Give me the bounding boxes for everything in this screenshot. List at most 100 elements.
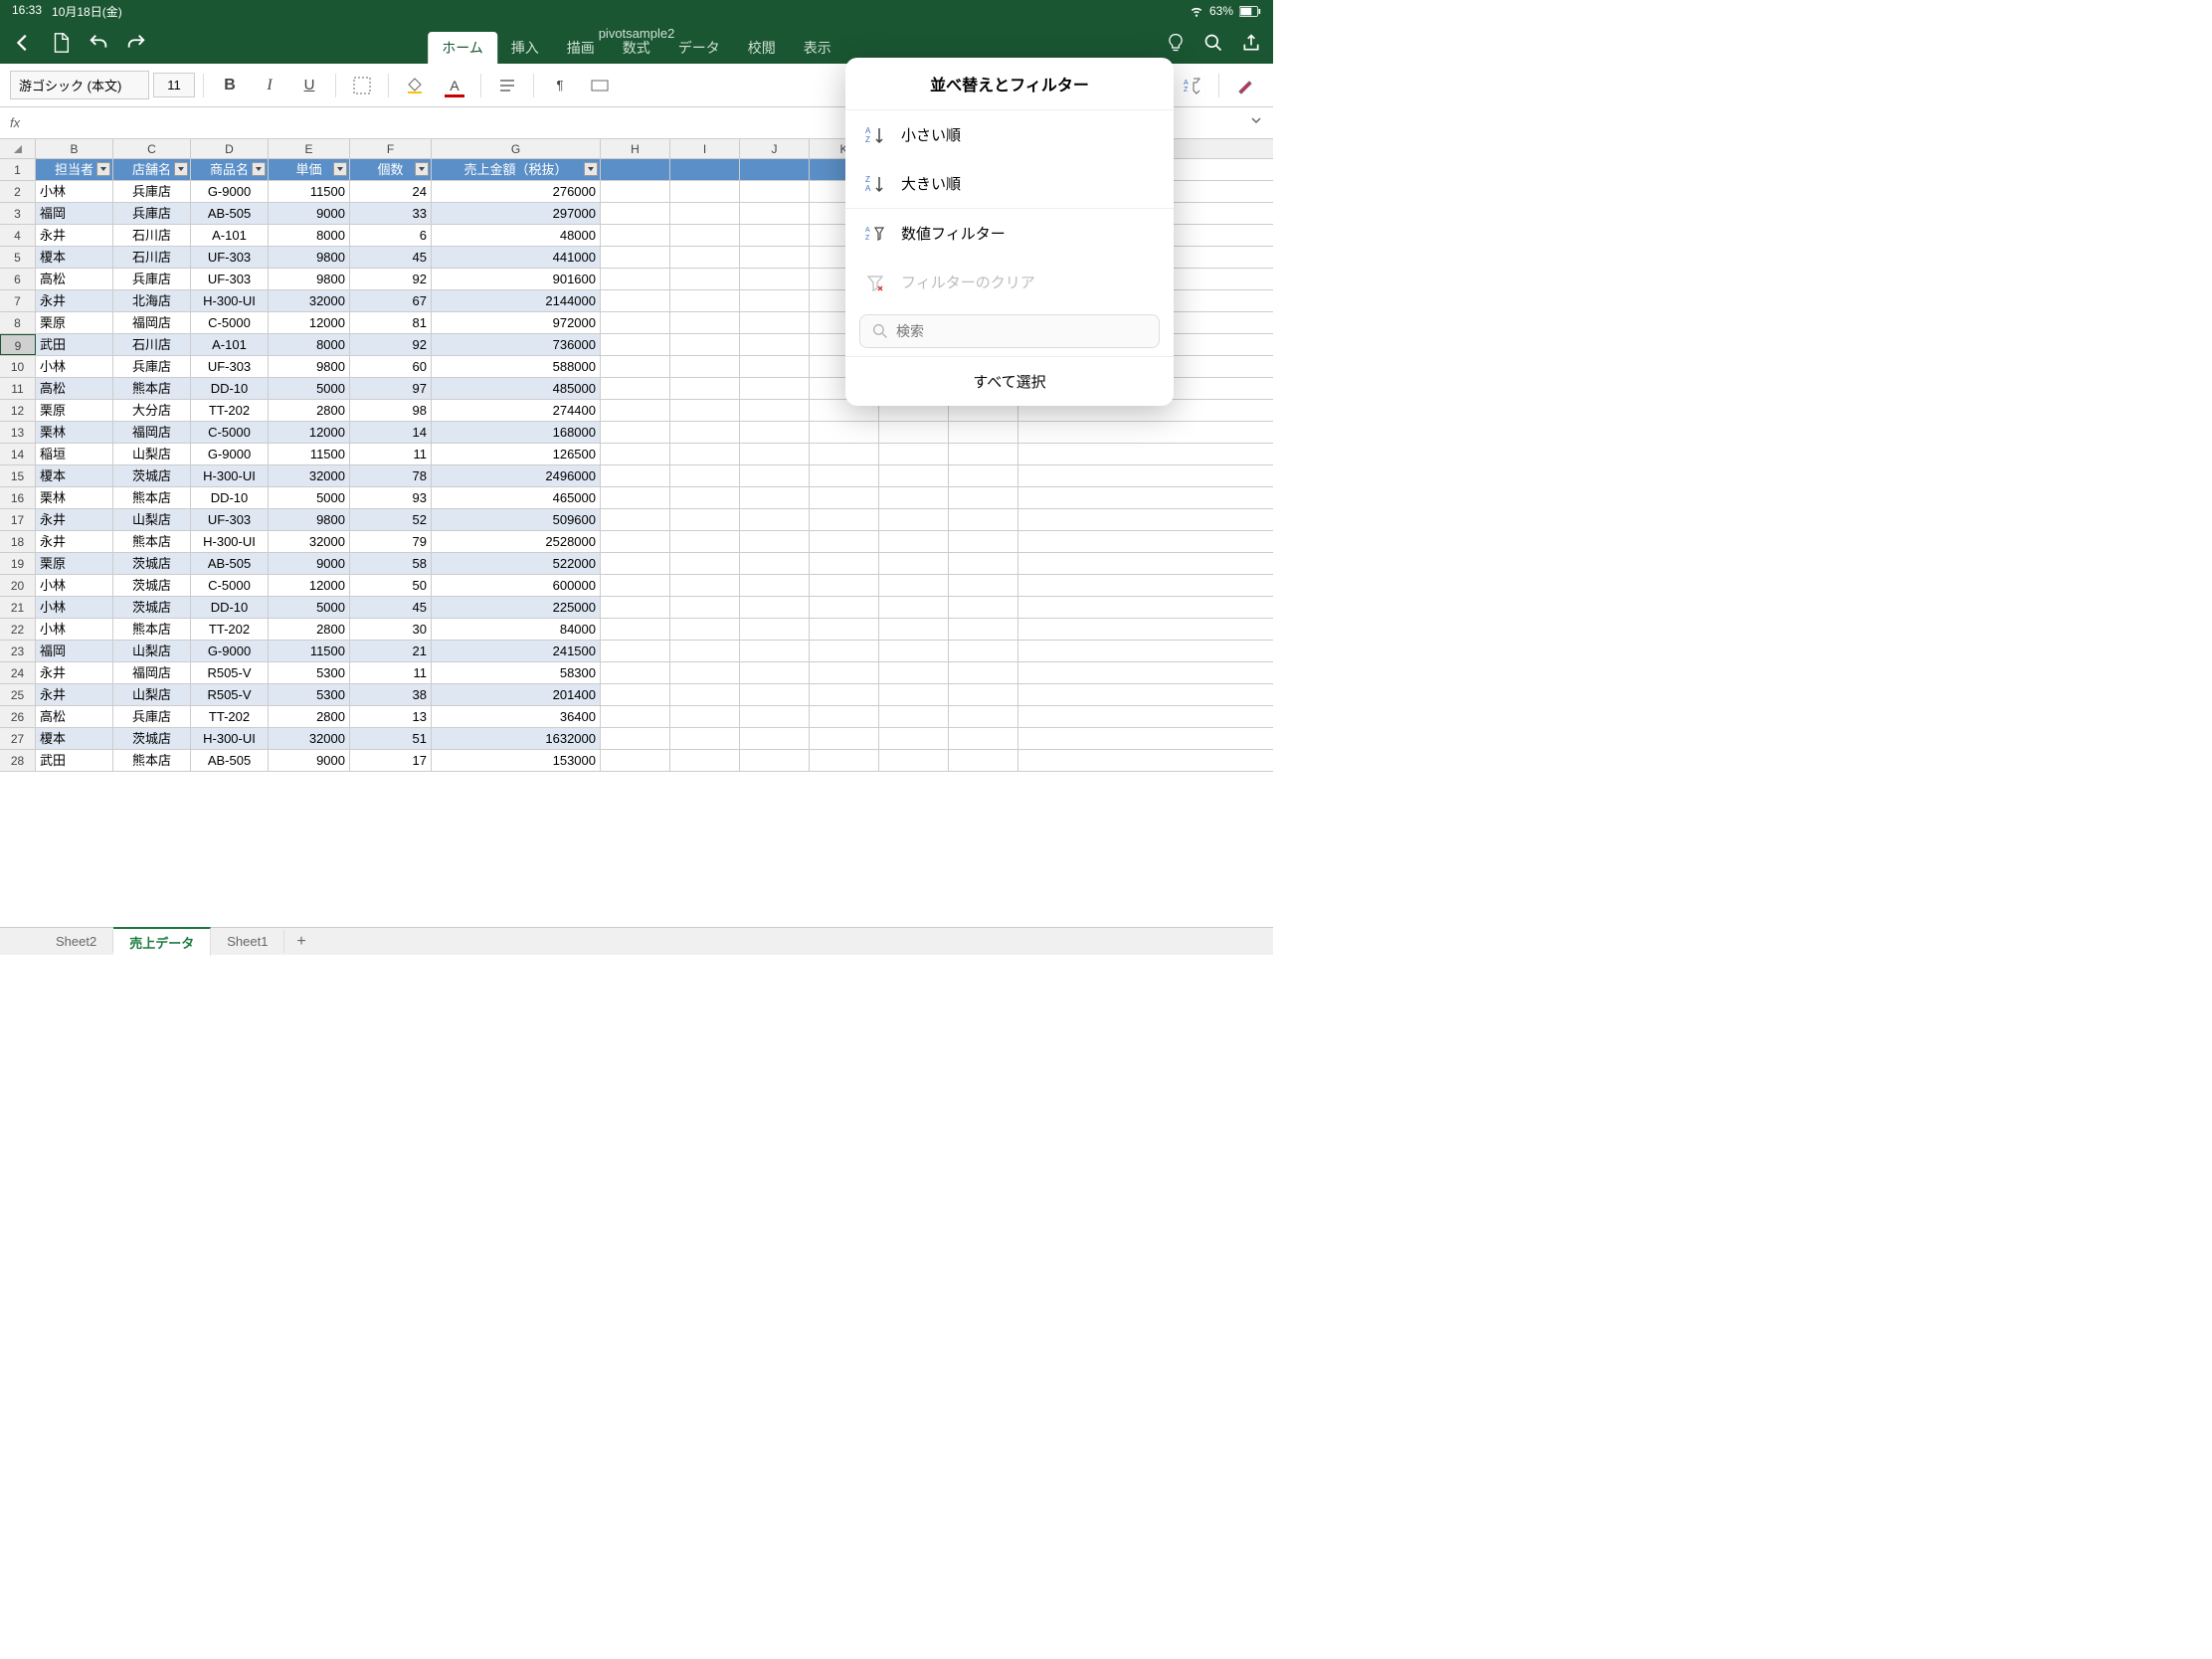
align-button[interactable] [489,70,525,101]
cell[interactable]: 48000 [432,225,601,246]
cell[interactable]: AB-505 [191,750,269,771]
cell[interactable]: 13 [350,706,432,727]
row-header[interactable]: 23 [0,641,36,661]
cell[interactable]: 福岡店 [113,312,191,333]
ribbon-tab-校閲[interactable]: 校閲 [734,32,790,64]
cell[interactable]: 11500 [269,181,350,202]
cell[interactable]: 小林 [36,356,113,377]
cell[interactable]: 84000 [432,619,601,640]
row-header[interactable]: 22 [0,619,36,640]
sheet-tab[interactable]: Sheet2 [40,930,113,953]
cell[interactable]: 2800 [269,619,350,640]
cell[interactable]: 901600 [432,269,601,289]
cell[interactable]: 81 [350,312,432,333]
bold-button[interactable]: B [212,70,248,101]
table-header[interactable]: 店舗名 [113,159,191,180]
cell[interactable]: TT-202 [191,619,269,640]
cell[interactable]: DD-10 [191,378,269,399]
row-header[interactable]: 20 [0,575,36,596]
cell[interactable]: 12000 [269,422,350,443]
cell[interactable]: 栗林 [36,487,113,508]
cell[interactable]: 永井 [36,531,113,552]
cell[interactable]: 52 [350,509,432,530]
col-header[interactable]: G [432,139,601,158]
cell[interactable]: 武田 [36,750,113,771]
cell[interactable]: 45 [350,597,432,618]
cell[interactable]: 297000 [432,203,601,224]
row-header[interactable]: 24 [0,662,36,683]
cell[interactable]: 1632000 [432,728,601,749]
cell[interactable]: 小林 [36,575,113,596]
cell[interactable]: 93 [350,487,432,508]
ribbon-tab-ホーム[interactable]: ホーム [428,32,497,64]
cell[interactable]: 永井 [36,509,113,530]
underline-button[interactable]: U [291,70,327,101]
row-header[interactable]: 7 [0,290,36,311]
cell[interactable]: 5000 [269,487,350,508]
cell[interactable]: 小林 [36,181,113,202]
row-header[interactable]: 19 [0,553,36,574]
cell[interactable]: 福岡 [36,203,113,224]
sheet-tab[interactable]: 売上データ [113,927,211,956]
cell[interactable]: 9800 [269,269,350,289]
merge-button[interactable] [582,70,618,101]
formula-expand-icon[interactable] [1249,113,1263,132]
filter-search[interactable] [859,314,1160,348]
cell[interactable]: 永井 [36,290,113,311]
col-header[interactable]: C [113,139,191,158]
cell[interactable]: 兵庫店 [113,706,191,727]
row-header[interactable]: 13 [0,422,36,443]
cell[interactable]: 12000 [269,312,350,333]
cell[interactable]: 32000 [269,465,350,486]
cell[interactable]: 北海店 [113,290,191,311]
cell[interactable]: 32000 [269,728,350,749]
row-header[interactable]: 3 [0,203,36,224]
cell[interactable]: UF-303 [191,356,269,377]
cell[interactable]: 福岡店 [113,662,191,683]
cell[interactable]: 高松 [36,706,113,727]
cell[interactable]: 9800 [269,509,350,530]
cell[interactable]: 茨城店 [113,597,191,618]
row-header[interactable]: 21 [0,597,36,618]
cell[interactable]: 2144000 [432,290,601,311]
cell[interactable]: 78 [350,465,432,486]
cell[interactable]: 58 [350,553,432,574]
cell[interactable]: 榎本 [36,247,113,268]
cell[interactable]: 33 [350,203,432,224]
cell[interactable]: 山梨店 [113,684,191,705]
cell[interactable]: 高松 [36,378,113,399]
cell[interactable]: 栗原 [36,312,113,333]
cell[interactable]: 武田 [36,334,113,355]
cell[interactable]: 38 [350,684,432,705]
cell[interactable]: 9000 [269,553,350,574]
cell[interactable]: 92 [350,269,432,289]
cell[interactable]: 2800 [269,706,350,727]
cell[interactable]: 14 [350,422,432,443]
cell[interactable]: 8000 [269,334,350,355]
cell[interactable]: 熊本店 [113,750,191,771]
cell[interactable]: 21 [350,641,432,661]
cell[interactable]: 熊本店 [113,619,191,640]
col-header[interactable]: D [191,139,269,158]
cell[interactable]: 熊本店 [113,378,191,399]
cell[interactable]: 11 [350,444,432,464]
sort-ascending[interactable]: AZ 小さい順 [845,110,1174,159]
cell[interactable]: 石川店 [113,225,191,246]
table-header[interactable]: 売上金額（税抜） [432,159,601,180]
cell[interactable]: 小林 [36,619,113,640]
cell[interactable]: 36400 [432,706,601,727]
cell[interactable]: 兵庫店 [113,269,191,289]
cell[interactable]: A-101 [191,334,269,355]
cell[interactable]: 79 [350,531,432,552]
sheet-tab[interactable]: Sheet1 [211,930,284,953]
cell[interactable]: 972000 [432,312,601,333]
cell[interactable]: 高松 [36,269,113,289]
cell[interactable]: 600000 [432,575,601,596]
border-button[interactable] [344,70,380,101]
cell[interactable]: 福岡店 [113,422,191,443]
cell[interactable]: 92 [350,334,432,355]
cell[interactable]: C-5000 [191,575,269,596]
cell[interactable]: 60 [350,356,432,377]
cell[interactable]: R505-V [191,662,269,683]
cell[interactable]: 441000 [432,247,601,268]
